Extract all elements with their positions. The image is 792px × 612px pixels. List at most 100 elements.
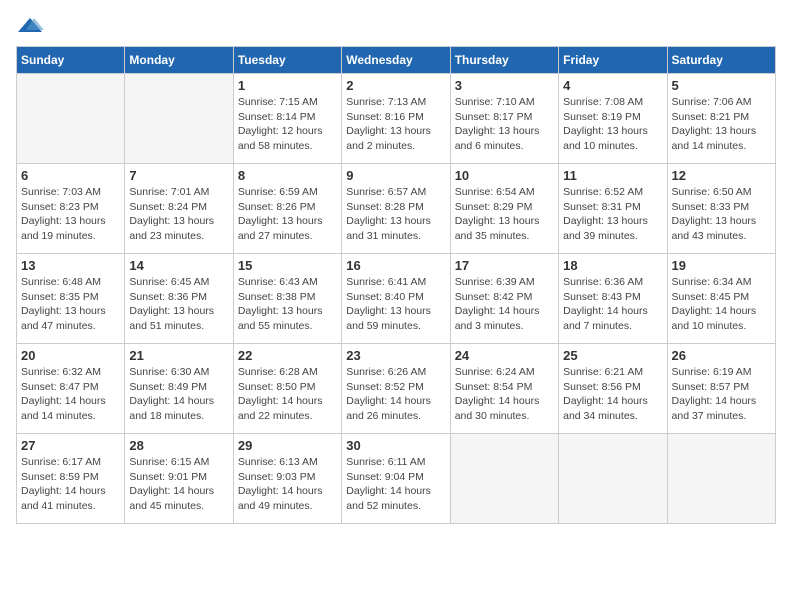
day-info: Sunrise: 6:21 AMSunset: 8:56 PMDaylight:… bbox=[563, 365, 662, 424]
day-info: Sunrise: 6:30 AMSunset: 8:49 PMDaylight:… bbox=[129, 365, 228, 424]
calendar-day-cell bbox=[125, 74, 233, 164]
calendar-day-cell: 25 Sunrise: 6:21 AMSunset: 8:56 PMDayligh… bbox=[559, 344, 667, 434]
day-info: Sunrise: 6:11 AMSunset: 9:04 PMDaylight:… bbox=[346, 455, 445, 514]
day-number: 5 bbox=[672, 78, 771, 93]
calendar-day-cell: 18 Sunrise: 6:36 AMSunset: 8:43 PMDayligh… bbox=[559, 254, 667, 344]
day-info: Sunrise: 6:13 AMSunset: 9:03 PMDaylight:… bbox=[238, 455, 337, 514]
calendar-day-cell: 10Sunrise: 6:54 AMSunset: 8:29 PMDayligh… bbox=[450, 164, 558, 254]
calendar-day-cell: 28 Sunrise: 6:15 AMSunset: 9:01 PMDayligh… bbox=[125, 434, 233, 524]
calendar-day-cell: 2 Sunrise: 7:13 AMSunset: 8:16 PMDaylight… bbox=[342, 74, 450, 164]
calendar-day-cell: 15 Sunrise: 6:43 AMSunset: 8:38 PMDayligh… bbox=[233, 254, 341, 344]
day-info: Sunrise: 7:01 AMSunset: 8:24 PMDaylight:… bbox=[129, 185, 228, 244]
day-info: Sunrise: 6:26 AMSunset: 8:52 PMDaylight:… bbox=[346, 365, 445, 424]
day-number: 28 bbox=[129, 438, 228, 453]
calendar-day-cell: 17 Sunrise: 6:39 AMSunset: 8:42 PMDayligh… bbox=[450, 254, 558, 344]
calendar-day-cell: 29Sunrise: 6:13 AMSunset: 9:03 PMDayligh… bbox=[233, 434, 341, 524]
day-info: Sunrise: 7:06 AMSunset: 8:21 PMDaylight:… bbox=[672, 95, 771, 154]
day-number: 8 bbox=[238, 168, 337, 183]
day-info: Sunrise: 7:13 AMSunset: 8:16 PMDaylight:… bbox=[346, 95, 445, 154]
calendar-day-cell: 22Sunrise: 6:28 AMSunset: 8:50 PMDayligh… bbox=[233, 344, 341, 434]
day-info: Sunrise: 6:17 AMSunset: 8:59 PMDaylight:… bbox=[21, 455, 120, 514]
calendar-day-cell: 14 Sunrise: 6:45 AMSunset: 8:36 PMDayligh… bbox=[125, 254, 233, 344]
calendar-day-cell bbox=[450, 434, 558, 524]
calendar-day-cell: 30 Sunrise: 6:11 AMSunset: 9:04 PMDayligh… bbox=[342, 434, 450, 524]
day-number: 18 bbox=[563, 258, 662, 273]
day-number: 10 bbox=[455, 168, 554, 183]
day-number: 30 bbox=[346, 438, 445, 453]
day-info: Sunrise: 6:34 AMSunset: 8:45 PMDaylight:… bbox=[672, 275, 771, 334]
calendar-day-cell: 3 Sunrise: 7:10 AMSunset: 8:17 PMDaylight… bbox=[450, 74, 558, 164]
calendar-day-cell: 26 Sunrise: 6:19 AMSunset: 8:57 PMDayligh… bbox=[667, 344, 775, 434]
calendar-day-cell: 20 Sunrise: 6:32 AMSunset: 8:47 PMDayligh… bbox=[17, 344, 125, 434]
day-number: 9 bbox=[346, 168, 445, 183]
weekday-header-friday: Friday bbox=[559, 47, 667, 74]
calendar-day-cell: 24 Sunrise: 6:24 AMSunset: 8:54 PMDayligh… bbox=[450, 344, 558, 434]
day-number: 17 bbox=[455, 258, 554, 273]
day-info: Sunrise: 7:03 AMSunset: 8:23 PMDaylight:… bbox=[21, 185, 120, 244]
calendar-day-cell bbox=[559, 434, 667, 524]
calendar-day-cell: 5 Sunrise: 7:06 AMSunset: 8:21 PMDaylight… bbox=[667, 74, 775, 164]
day-info: Sunrise: 6:59 AMSunset: 8:26 PMDaylight:… bbox=[238, 185, 337, 244]
day-number: 12 bbox=[672, 168, 771, 183]
calendar-week-row: 20 Sunrise: 6:32 AMSunset: 8:47 PMDayligh… bbox=[17, 344, 776, 434]
day-info: Sunrise: 6:15 AMSunset: 9:01 PMDaylight:… bbox=[129, 455, 228, 514]
calendar-day-cell bbox=[17, 74, 125, 164]
calendar-day-cell: 19Sunrise: 6:34 AMSunset: 8:45 PMDayligh… bbox=[667, 254, 775, 344]
day-info: Sunrise: 6:48 AMSunset: 8:35 PMDaylight:… bbox=[21, 275, 120, 334]
day-info: Sunrise: 6:19 AMSunset: 8:57 PMDaylight:… bbox=[672, 365, 771, 424]
calendar-day-cell: 4 Sunrise: 7:08 AMSunset: 8:19 PMDaylight… bbox=[559, 74, 667, 164]
calendar-week-row: 6 Sunrise: 7:03 AMSunset: 8:23 PMDaylight… bbox=[17, 164, 776, 254]
day-info: Sunrise: 6:41 AMSunset: 8:40 PMDaylight:… bbox=[346, 275, 445, 334]
logo bbox=[16, 16, 48, 36]
day-number: 11 bbox=[563, 168, 662, 183]
calendar-day-cell: 11 Sunrise: 6:52 AMSunset: 8:31 PMDayligh… bbox=[559, 164, 667, 254]
logo-icon bbox=[16, 16, 44, 36]
day-number: 25 bbox=[563, 348, 662, 363]
day-number: 1 bbox=[238, 78, 337, 93]
weekday-header-saturday: Saturday bbox=[667, 47, 775, 74]
calendar-header-row: SundayMondayTuesdayWednesdayThursdayFrid… bbox=[17, 47, 776, 74]
day-number: 14 bbox=[129, 258, 228, 273]
day-info: Sunrise: 6:24 AMSunset: 8:54 PMDaylight:… bbox=[455, 365, 554, 424]
header bbox=[16, 16, 776, 36]
day-number: 2 bbox=[346, 78, 445, 93]
calendar-week-row: 1Sunrise: 7:15 AMSunset: 8:14 PMDaylight… bbox=[17, 74, 776, 164]
day-number: 20 bbox=[21, 348, 120, 363]
day-number: 3 bbox=[455, 78, 554, 93]
day-info: Sunrise: 6:36 AMSunset: 8:43 PMDaylight:… bbox=[563, 275, 662, 334]
day-number: 24 bbox=[455, 348, 554, 363]
calendar-day-cell: 21Sunrise: 6:30 AMSunset: 8:49 PMDayligh… bbox=[125, 344, 233, 434]
weekday-header-tuesday: Tuesday bbox=[233, 47, 341, 74]
day-number: 27 bbox=[21, 438, 120, 453]
day-number: 16 bbox=[346, 258, 445, 273]
day-info: Sunrise: 6:43 AMSunset: 8:38 PMDaylight:… bbox=[238, 275, 337, 334]
day-number: 22 bbox=[238, 348, 337, 363]
day-info: Sunrise: 7:10 AMSunset: 8:17 PMDaylight:… bbox=[455, 95, 554, 154]
day-info: Sunrise: 6:39 AMSunset: 8:42 PMDaylight:… bbox=[455, 275, 554, 334]
calendar-day-cell: 1Sunrise: 7:15 AMSunset: 8:14 PMDaylight… bbox=[233, 74, 341, 164]
weekday-header-sunday: Sunday bbox=[17, 47, 125, 74]
calendar-day-cell: 9 Sunrise: 6:57 AMSunset: 8:28 PMDaylight… bbox=[342, 164, 450, 254]
day-info: Sunrise: 7:08 AMSunset: 8:19 PMDaylight:… bbox=[563, 95, 662, 154]
day-number: 15 bbox=[238, 258, 337, 273]
calendar-day-cell: 27 Sunrise: 6:17 AMSunset: 8:59 PMDayligh… bbox=[17, 434, 125, 524]
day-number: 4 bbox=[563, 78, 662, 93]
day-info: Sunrise: 6:32 AMSunset: 8:47 PMDaylight:… bbox=[21, 365, 120, 424]
weekday-header-thursday: Thursday bbox=[450, 47, 558, 74]
calendar-day-cell: 12 Sunrise: 6:50 AMSunset: 8:33 PMDayligh… bbox=[667, 164, 775, 254]
day-number: 6 bbox=[21, 168, 120, 183]
calendar-week-row: 27 Sunrise: 6:17 AMSunset: 8:59 PMDayligh… bbox=[17, 434, 776, 524]
day-info: Sunrise: 6:45 AMSunset: 8:36 PMDaylight:… bbox=[129, 275, 228, 334]
calendar-day-cell: 6 Sunrise: 7:03 AMSunset: 8:23 PMDaylight… bbox=[17, 164, 125, 254]
calendar: SundayMondayTuesdayWednesdayThursdayFrid… bbox=[16, 46, 776, 524]
calendar-week-row: 13Sunrise: 6:48 AMSunset: 8:35 PMDayligh… bbox=[17, 254, 776, 344]
day-info: Sunrise: 6:57 AMSunset: 8:28 PMDaylight:… bbox=[346, 185, 445, 244]
day-info: Sunrise: 6:50 AMSunset: 8:33 PMDaylight:… bbox=[672, 185, 771, 244]
calendar-day-cell: 23Sunrise: 6:26 AMSunset: 8:52 PMDayligh… bbox=[342, 344, 450, 434]
calendar-day-cell: 7Sunrise: 7:01 AMSunset: 8:24 PMDaylight… bbox=[125, 164, 233, 254]
calendar-day-cell: 13Sunrise: 6:48 AMSunset: 8:35 PMDayligh… bbox=[17, 254, 125, 344]
calendar-day-cell bbox=[667, 434, 775, 524]
day-number: 26 bbox=[672, 348, 771, 363]
day-info: Sunrise: 6:52 AMSunset: 8:31 PMDaylight:… bbox=[563, 185, 662, 244]
calendar-day-cell: 16 Sunrise: 6:41 AMSunset: 8:40 PMDayligh… bbox=[342, 254, 450, 344]
